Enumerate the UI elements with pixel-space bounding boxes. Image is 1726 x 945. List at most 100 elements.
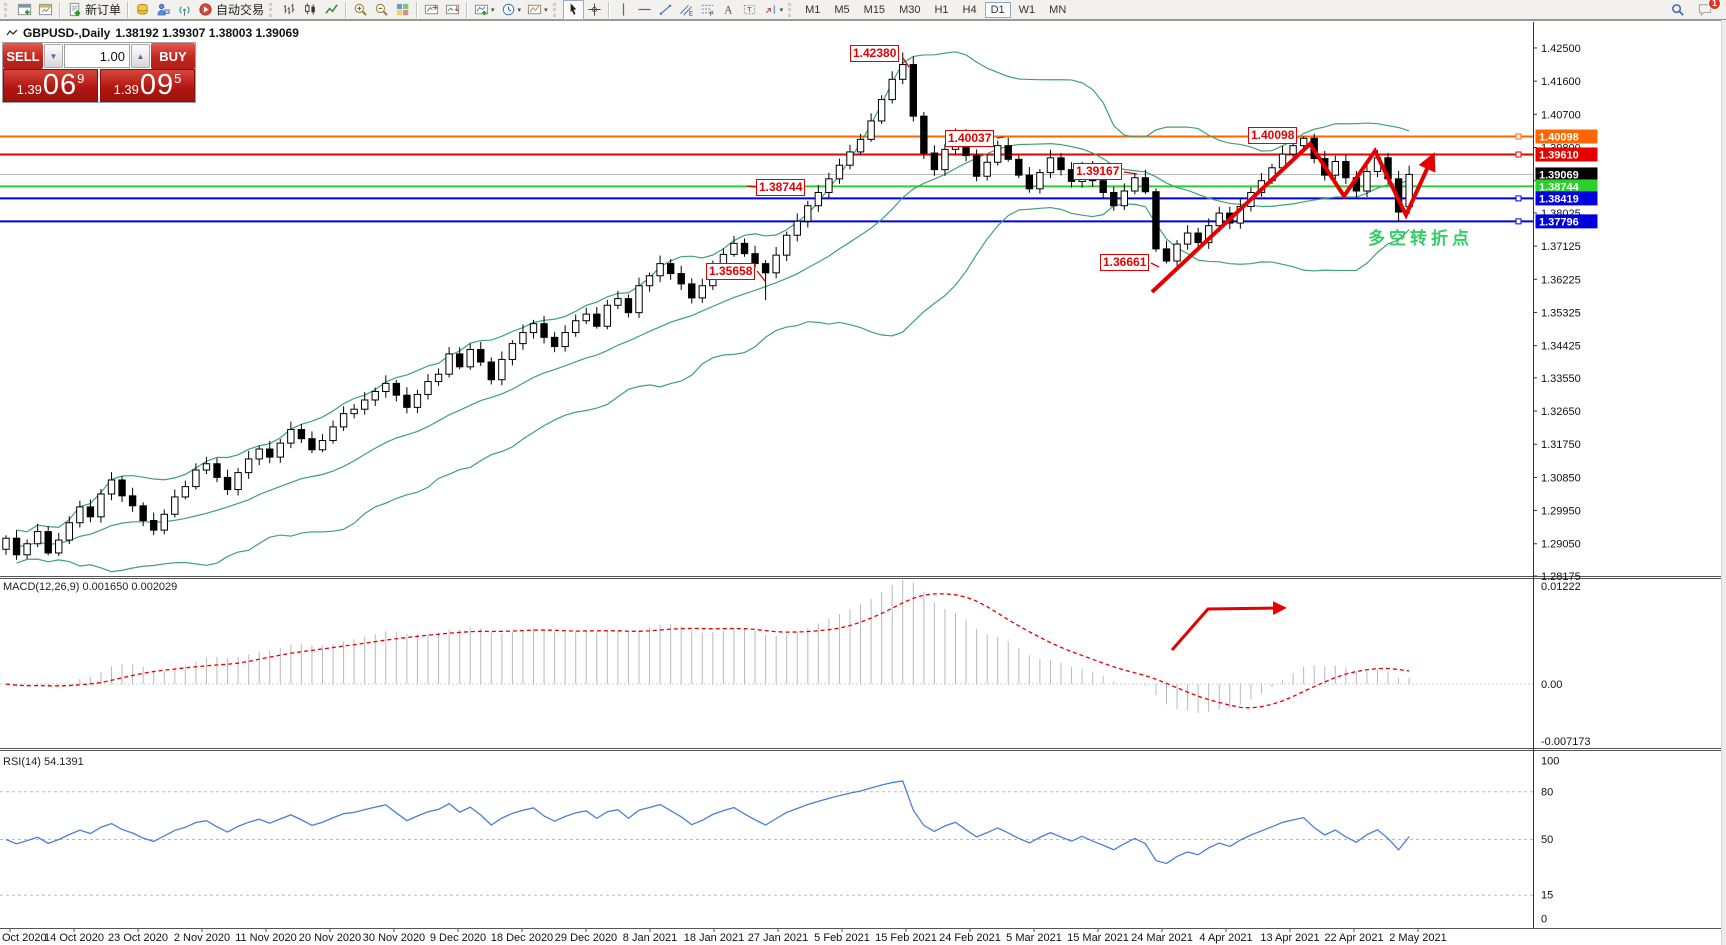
candles-icon[interactable] — [300, 0, 321, 20]
buy-price-big: 09 — [140, 71, 174, 100]
svg-text:23 Oct 2020: 23 Oct 2020 — [108, 932, 168, 944]
svg-text:E: E — [688, 11, 692, 17]
chart-title: GBPUSD-,Daily 1.38192 1.39307 1.38003 1.… — [6, 26, 299, 40]
timeframe-button-h4[interactable]: H4 — [957, 2, 983, 18]
sell-button[interactable]: SELL — [3, 43, 43, 69]
price-annotation-box[interactable]: 1.36661 — [1100, 254, 1149, 271]
svg-text:1.30850: 1.30850 — [1541, 472, 1581, 484]
buy-price-small: 1.39 — [114, 80, 139, 100]
symbol-ohlc: 1.38192 1.39307 1.38003 1.39069 — [115, 26, 299, 40]
chevron-down-icon[interactable]: ▾ — [780, 6, 784, 14]
svg-text:1.41600: 1.41600 — [1541, 76, 1581, 88]
volume-up-button[interactable]: ▲ — [131, 44, 150, 68]
toolbar-right: 1 — [1667, 0, 1724, 20]
chevron-down-icon[interactable]: ▾ — [518, 6, 522, 14]
timeframe-button-m15[interactable]: M15 — [858, 2, 891, 18]
turning-point-note[interactable]: 多空转折点 — [1368, 224, 1473, 249]
fibo-icon[interactable]: F — [697, 0, 718, 20]
toolbar-separator — [59, 2, 61, 18]
bars-icon[interactable] — [279, 0, 300, 20]
svg-text:T: T — [747, 5, 752, 14]
svg-text:80: 80 — [1541, 786, 1553, 798]
label-icon[interactable]: T — [739, 0, 760, 20]
profiles-icon[interactable] — [35, 0, 56, 20]
buy-button[interactable]: BUY — [151, 43, 195, 69]
mt4-window: 新订单 自动交易 ▾ ▾ ▾ EFAT ▾ M1M5M15M30H1H4D1W1MN 1 1.… — [0, 0, 1726, 945]
svg-text:8 Jan 2021: 8 Jan 2021 — [623, 932, 677, 944]
svg-text:1.29050: 1.29050 — [1541, 539, 1581, 551]
trendline-icon[interactable] — [655, 0, 676, 20]
svg-text:1.40098: 1.40098 — [1539, 132, 1579, 144]
zoom-out-icon[interactable] — [371, 0, 392, 20]
tiles-icon[interactable] — [392, 0, 413, 20]
sell-price-big: 06 — [43, 71, 77, 100]
toolbar-buttons: 新订单 自动交易 ▾ ▾ ▾ EFAT ▾ M1M5M15M30H1H4D1W1MN — [2, 0, 1073, 20]
buy-price-button[interactable]: 1.39 09 5 — [100, 69, 195, 102]
svg-text:30 Nov 2020: 30 Nov 2020 — [363, 932, 425, 944]
chart-window: 1.425001.416001.407001.398001.389001.380… — [0, 20, 1726, 945]
svg-text:1.37796: 1.37796 — [1539, 216, 1579, 228]
history-icon[interactable] — [132, 0, 153, 20]
periods-icon[interactable]: ▾ — [498, 0, 525, 20]
channel-icon[interactable]: E — [676, 0, 697, 20]
toolbar-grip — [4, 3, 10, 17]
one-click-trade-panel: SELL ▼ 1.00 ▲ BUY 1.39 06 9 1.39 09 5 — [2, 42, 196, 103]
price-annotation-box[interactable]: 1.40098 — [1248, 127, 1297, 144]
timeframe-button-d1[interactable]: D1 — [985, 2, 1011, 18]
timeframe-button-w1[interactable]: W1 — [1013, 2, 1042, 18]
zoom-in-icon[interactable] — [350, 0, 371, 20]
timeframe-button-mn[interactable]: MN — [1043, 2, 1072, 18]
chevron-down-icon[interactable]: ▾ — [544, 6, 548, 14]
svg-text:14 Oct 2020: 14 Oct 2020 — [44, 932, 104, 944]
hline-icon[interactable] — [634, 0, 655, 20]
experts-icon[interactable] — [153, 0, 174, 20]
svg-text:15 Mar 2021: 15 Mar 2021 — [1067, 932, 1129, 944]
templates-icon[interactable]: ▾ — [524, 0, 551, 20]
volume-down-button[interactable]: ▼ — [44, 44, 63, 68]
svg-text:20 Nov 2020: 20 Nov 2020 — [299, 932, 361, 944]
timeframe-button-h1[interactable]: H1 — [928, 2, 954, 18]
price-annotation-box[interactable]: 1.39167 — [1073, 163, 1122, 180]
autotrading-icon[interactable]: 自动交易 — [195, 0, 267, 20]
svg-text:1.32650: 1.32650 — [1541, 406, 1581, 418]
price-annotation-box[interactable]: 1.35658 — [706, 263, 755, 280]
sell-price-sup: 9 — [77, 72, 84, 85]
svg-text:15: 15 — [1541, 890, 1553, 902]
price-annotation-box[interactable]: 1.38744 — [756, 179, 805, 196]
timeframe-button-m5[interactable]: M5 — [828, 2, 855, 18]
chart-autoscroll-icon[interactable] — [442, 0, 463, 20]
arrows-icon[interactable]: ▾ — [760, 0, 787, 20]
vline-icon[interactable] — [613, 0, 634, 20]
crosshair-icon[interactable] — [584, 0, 605, 20]
signal-icon[interactable] — [174, 0, 195, 20]
new-order-icon[interactable]: 新订单 — [64, 0, 124, 20]
symbol-name: GBPUSD-,Daily — [23, 26, 110, 40]
svg-text:18 Dec 2020: 18 Dec 2020 — [491, 932, 553, 944]
chart-canvas[interactable]: 1.425001.416001.407001.398001.389001.380… — [0, 20, 1726, 945]
search-icon[interactable] — [1667, 0, 1688, 20]
timeframe-button-m30[interactable]: M30 — [893, 2, 926, 18]
svg-text:5 Mar 2021: 5 Mar 2021 — [1006, 932, 1062, 944]
buy-price-sup: 5 — [174, 72, 181, 85]
new-chart-icon[interactable] — [14, 0, 35, 20]
linechart-icon[interactable] — [321, 0, 342, 20]
text-icon[interactable]: A — [718, 0, 739, 20]
chart-shift-icon[interactable] — [421, 0, 442, 20]
cursor-icon[interactable] — [563, 0, 584, 20]
svg-text:22 Apr 2021: 22 Apr 2021 — [1324, 932, 1383, 944]
timeframe-button-m1[interactable]: M1 — [799, 2, 826, 18]
svg-text:1.42500: 1.42500 — [1541, 43, 1581, 55]
notifications-icon[interactable]: 1 — [1694, 0, 1716, 20]
indicators-icon[interactable]: ▾ — [471, 0, 498, 20]
svg-text:2 Nov 2020: 2 Nov 2020 — [174, 932, 230, 944]
svg-text:0.00: 0.00 — [1541, 679, 1562, 691]
svg-text:9 Dec 2020: 9 Dec 2020 — [430, 932, 486, 944]
volume-input[interactable]: 1.00 — [64, 44, 130, 68]
sell-price-button[interactable]: 1.39 06 9 — [3, 69, 98, 102]
svg-text:18 Jan 2021: 18 Jan 2021 — [684, 932, 745, 944]
svg-text:2 May 2021: 2 May 2021 — [1389, 932, 1446, 944]
price-annotation-box[interactable]: 1.42380 — [850, 45, 899, 62]
toolbar-grip — [788, 3, 794, 17]
chevron-down-icon[interactable]: ▾ — [491, 6, 495, 14]
price-annotation-box[interactable]: 1.40037 — [945, 130, 994, 147]
